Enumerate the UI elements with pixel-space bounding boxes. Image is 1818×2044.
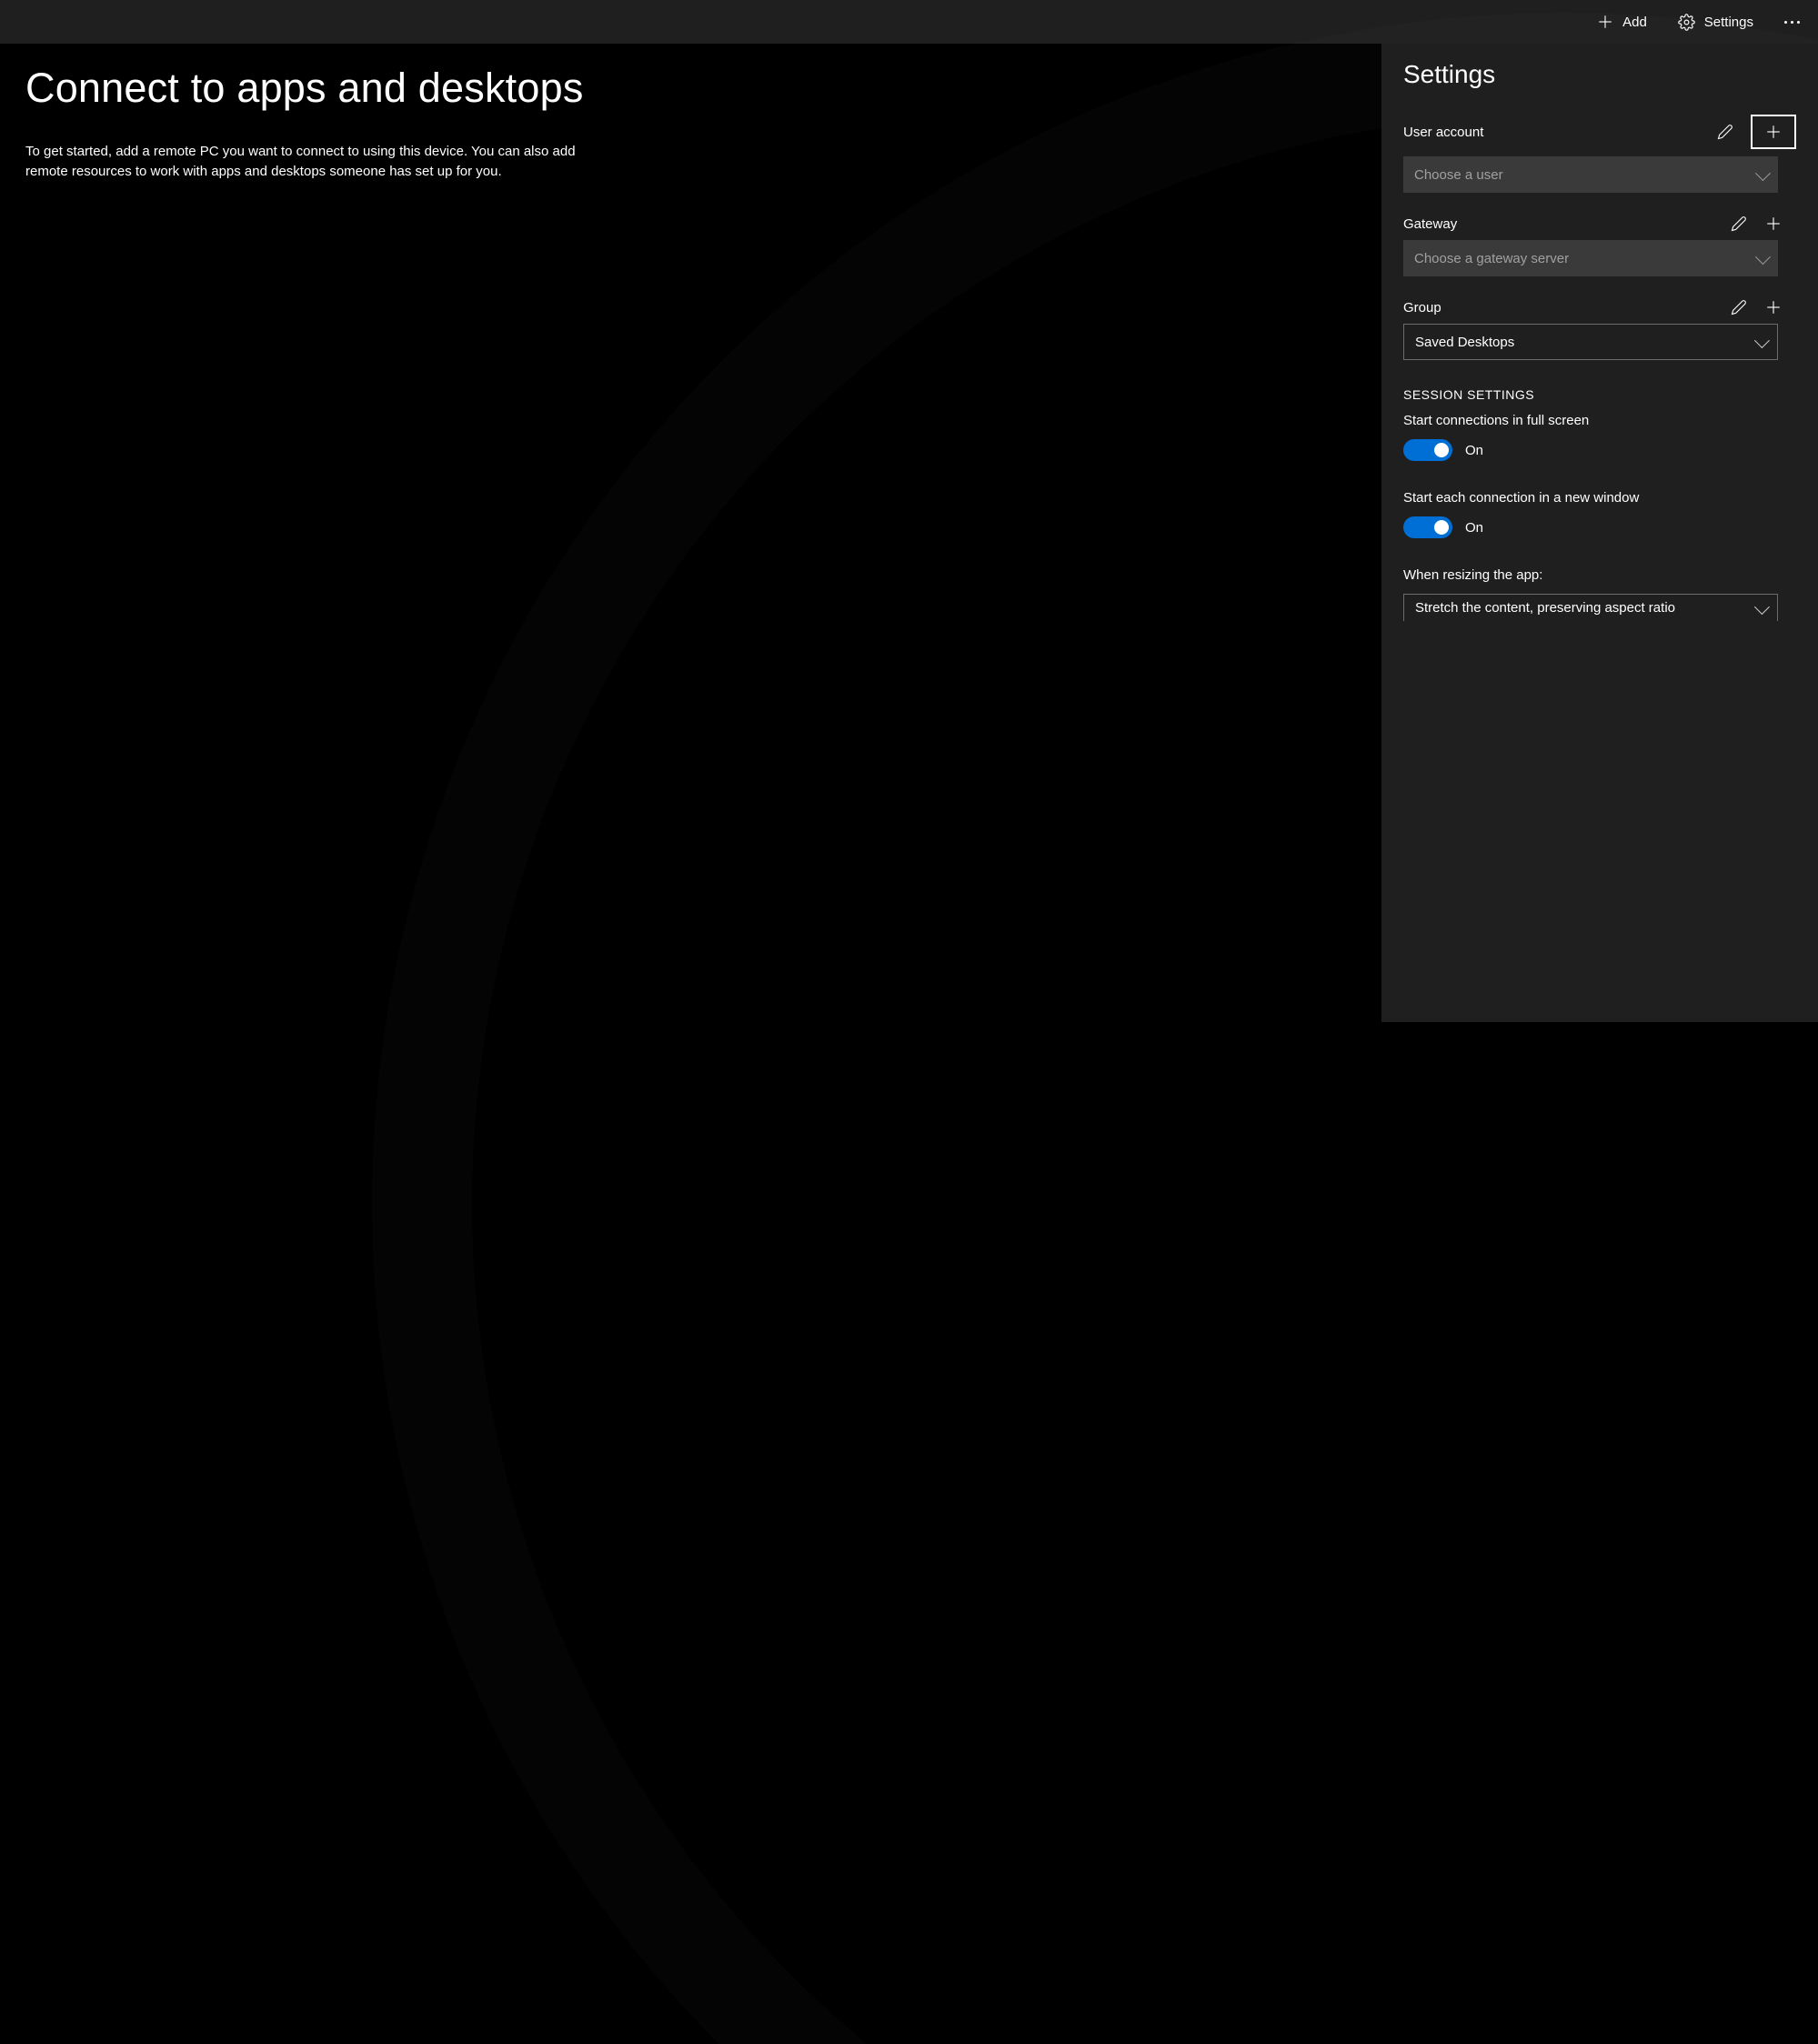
resize-label: When resizing the app: <box>1403 567 1796 583</box>
user-account-value: Choose a user <box>1414 167 1503 183</box>
plus-icon <box>1765 299 1782 316</box>
group-dropdown[interactable]: Saved Desktops <box>1403 324 1778 360</box>
gateway-dropdown[interactable]: Choose a gateway server <box>1403 240 1778 276</box>
chevron-down-icon <box>1754 599 1770 615</box>
user-account-label: User account <box>1403 125 1483 140</box>
more-button[interactable] <box>1779 14 1805 31</box>
pencil-icon <box>1731 215 1747 232</box>
edit-group-button[interactable] <box>1730 298 1748 316</box>
settings-panel: Settings User account Choose a user <box>1381 44 1818 1022</box>
gateway-header: Gateway <box>1403 215 1796 233</box>
topbar: Add Settings <box>0 0 1818 44</box>
settings-button[interactable]: Settings <box>1672 8 1759 36</box>
resize-setting: When resizing the app: Stretch the conte… <box>1403 567 1796 621</box>
toggle-knob <box>1434 520 1449 535</box>
page-title: Connect to apps and desktops <box>25 65 1356 111</box>
add-gateway-button[interactable] <box>1764 215 1783 233</box>
group-actions <box>1730 298 1796 316</box>
gateway-value: Choose a gateway server <box>1414 251 1569 266</box>
chevron-down-icon <box>1754 333 1770 348</box>
group-label: Group <box>1403 300 1441 316</box>
new-window-setting: Start each connection in a new window On <box>1403 490 1796 538</box>
pencil-icon <box>1717 124 1733 140</box>
user-account-actions <box>1716 115 1796 149</box>
edit-gateway-button[interactable] <box>1730 215 1748 233</box>
settings-title: Settings <box>1403 60 1796 89</box>
add-group-button[interactable] <box>1764 298 1783 316</box>
add-label: Add <box>1622 15 1647 30</box>
group-value: Saved Desktops <box>1415 335 1514 350</box>
pencil-icon <box>1731 299 1747 316</box>
add-user-button[interactable] <box>1751 115 1796 149</box>
plus-icon <box>1765 124 1782 140</box>
user-account-dropdown[interactable]: Choose a user <box>1403 156 1778 193</box>
group-header: Group <box>1403 298 1796 316</box>
resize-value: Stretch the content, preserving aspect r… <box>1415 600 1675 616</box>
edit-user-button[interactable] <box>1716 123 1734 141</box>
fullscreen-toggle[interactable] <box>1403 439 1452 461</box>
gear-icon <box>1678 14 1695 31</box>
new-window-toggle[interactable] <box>1403 516 1452 538</box>
add-button[interactable]: Add <box>1592 8 1652 35</box>
user-account-section: User account Choose a user <box>1403 115 1796 193</box>
page-description: To get started, add a remote PC you want… <box>25 142 580 183</box>
new-window-state: On <box>1465 520 1483 536</box>
plus-icon <box>1597 14 1613 30</box>
settings-label: Settings <box>1704 15 1753 30</box>
dot-icon <box>1797 21 1800 24</box>
new-window-label: Start each connection in a new window <box>1403 490 1796 506</box>
fullscreen-toggle-row: On <box>1403 439 1796 461</box>
group-section: Group Saved Desktops <box>1403 298 1796 360</box>
resize-dropdown[interactable]: Stretch the content, preserving aspect r… <box>1403 594 1778 621</box>
fullscreen-state: On <box>1465 443 1483 458</box>
main-area: Connect to apps and desktops To get star… <box>0 44 1818 1022</box>
gateway-actions <box>1730 215 1796 233</box>
plus-icon <box>1765 215 1782 232</box>
fullscreen-label: Start connections in full screen <box>1403 413 1796 428</box>
gateway-label: Gateway <box>1403 216 1457 232</box>
dot-icon <box>1784 21 1787 24</box>
fullscreen-setting: Start connections in full screen On <box>1403 413 1796 461</box>
dot-icon <box>1791 21 1793 24</box>
session-settings-header: SESSION SETTINGS <box>1403 387 1796 402</box>
toggle-knob <box>1434 443 1449 457</box>
new-window-toggle-row: On <box>1403 516 1796 538</box>
chevron-down-icon <box>1755 165 1771 181</box>
user-account-header: User account <box>1403 115 1796 149</box>
gateway-section: Gateway Choose a gateway server <box>1403 215 1796 276</box>
chevron-down-icon <box>1755 249 1771 265</box>
left-panel: Connect to apps and desktops To get star… <box>0 44 1381 1022</box>
